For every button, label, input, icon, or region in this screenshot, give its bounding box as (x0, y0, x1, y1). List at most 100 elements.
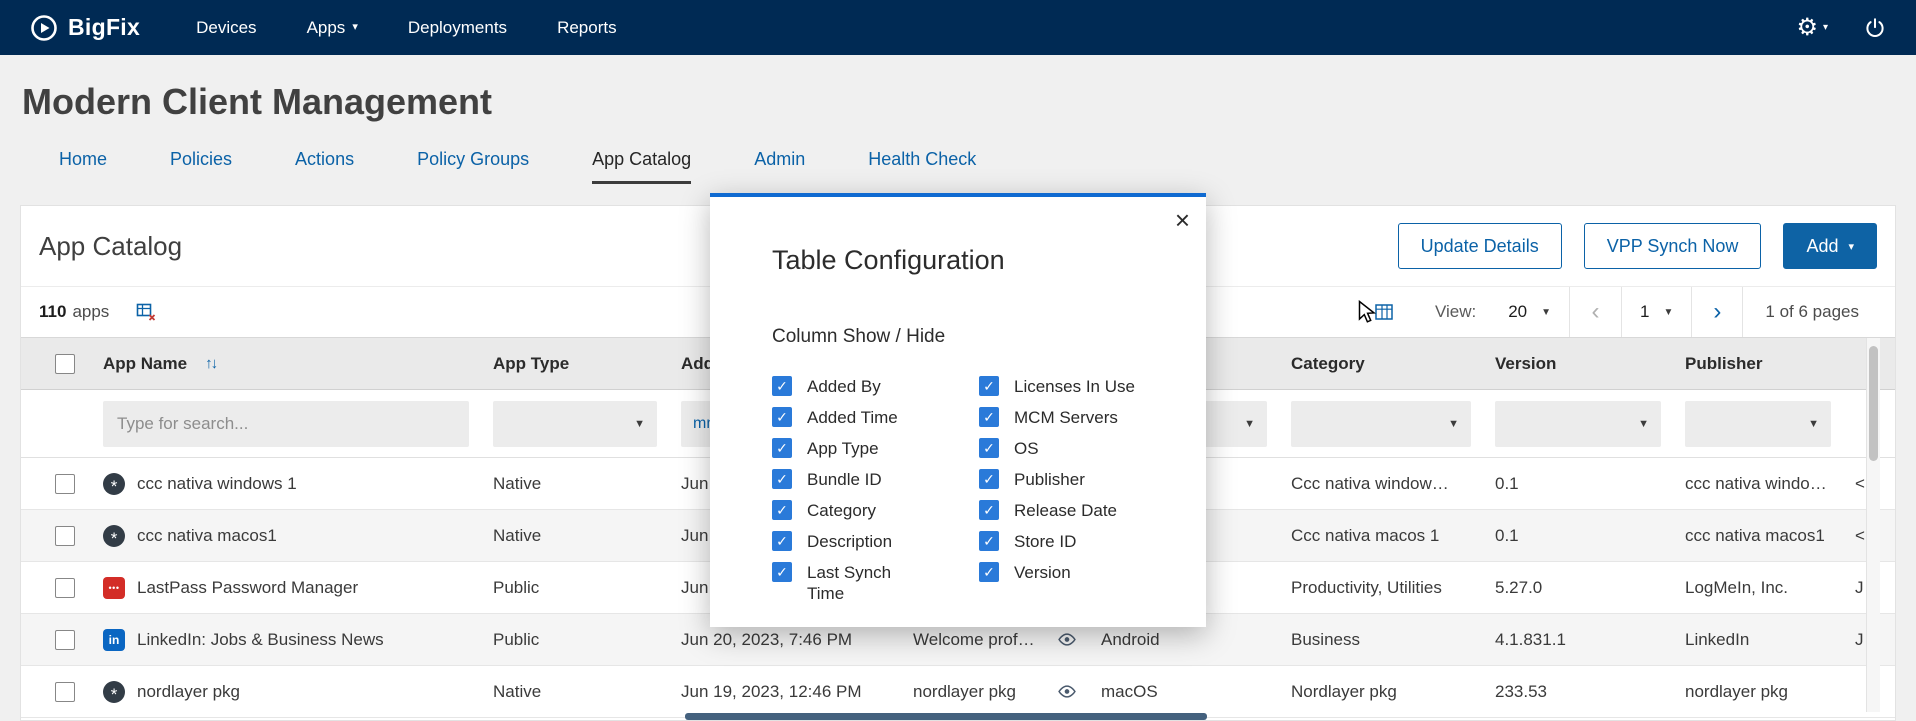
column-header-label: App Name (103, 354, 187, 374)
apps-count: 110apps (39, 302, 109, 322)
checkbox-checked-icon[interactable] (979, 469, 999, 489)
row-checkbox[interactable] (55, 474, 75, 494)
next-page-button[interactable]: › (1691, 287, 1743, 337)
nav-item-label: Deployments (408, 18, 507, 38)
column-toggle-label: MCM Servers (1014, 407, 1118, 428)
current-page-select[interactable]: 1 ▼ (1621, 287, 1691, 337)
column-header-publisher[interactable]: Publisher (1673, 354, 1843, 374)
previous-page-button[interactable]: ‹ (1569, 287, 1621, 337)
export-table-icon[interactable] (133, 299, 159, 325)
cell-os: Android (1089, 630, 1279, 650)
column-toggle[interactable]: Last Synch Time (772, 562, 979, 604)
search-input[interactable] (103, 401, 469, 447)
filter-cell-app-name (91, 401, 481, 447)
close-icon[interactable]: × (1175, 207, 1190, 233)
column-toggle[interactable]: Publisher (979, 469, 1176, 490)
nav-item-label: Apps (307, 18, 346, 38)
row-checkbox[interactable] (55, 630, 75, 650)
cell-description: nordlayer pkg (901, 682, 1089, 702)
chevron-down-icon: ▼ (634, 418, 645, 430)
cell-app-type: Public (481, 630, 669, 650)
column-header-version[interactable]: Version (1483, 354, 1673, 374)
column-header-app-type[interactable]: App Type (481, 354, 669, 374)
select-all-checkbox[interactable] (55, 354, 75, 374)
vertical-scrollbar[interactable] (1866, 338, 1880, 712)
section-title: App Catalog (39, 231, 182, 262)
tab[interactable]: Admin (754, 149, 805, 184)
column-toggle[interactable]: Release Date (979, 500, 1176, 521)
navbar-right: ⚙ ▾ (1796, 16, 1886, 40)
checkbox-checked-icon[interactable] (979, 438, 999, 458)
column-toggle[interactable]: Bundle ID (772, 469, 979, 490)
view-description-eye-icon[interactable] (1057, 632, 1077, 647)
column-configuration-icon[interactable] (1371, 299, 1397, 325)
tab[interactable]: Policy Groups (417, 149, 529, 184)
chevron-down-icon: ▼ (1664, 307, 1674, 318)
pages-indicator: 1 of 6 pages (1743, 302, 1895, 322)
modal-title: Table Configuration (772, 245, 1176, 276)
table-row[interactable]: nordlayer pkg Native Jun 19, 2023, 12:46… (21, 666, 1895, 718)
checkbox-checked-icon[interactable] (772, 438, 792, 458)
cell-version: 4.1.831.1 (1483, 630, 1673, 650)
nav-item[interactable]: Reports ▾ (557, 18, 617, 38)
column-toggle-label: Bundle ID (807, 469, 882, 490)
column-toggle[interactable]: MCM Servers (979, 407, 1176, 428)
column-toggle[interactable]: Added Time (772, 407, 979, 428)
settings-menu[interactable]: ⚙ ▾ (1796, 16, 1828, 40)
vpp-synch-now-button[interactable]: VPP Synch Now (1584, 223, 1762, 269)
tab[interactable]: Home (59, 149, 107, 184)
column-toggle[interactable]: Version (979, 562, 1176, 583)
version-filter[interactable]: ▼ (1495, 401, 1661, 447)
top-navbar: BigFix Devices ▾ Apps ▾ Deployments ▾ (0, 0, 1916, 55)
bigfix-brand[interactable]: BigFix (30, 14, 140, 42)
column-toggle[interactable]: OS (979, 438, 1176, 459)
tab[interactable]: Health Check (868, 149, 976, 184)
app-type-filter[interactable]: ▼ (493, 401, 657, 447)
publisher-filter[interactable]: ▼ (1685, 401, 1831, 447)
checkbox-checked-icon[interactable] (772, 531, 792, 551)
column-toggle[interactable]: Description (772, 531, 979, 552)
tab[interactable]: Actions (295, 149, 354, 184)
vertical-scrollbar-thumb[interactable] (1869, 346, 1878, 461)
column-toggle[interactable]: Category (772, 500, 979, 521)
checkbox-checked-icon[interactable] (772, 376, 792, 396)
column-toggle-label: Licenses In Use (1014, 376, 1135, 397)
app-icon (103, 681, 125, 703)
nav-item-label: Reports (557, 18, 617, 38)
view-description-eye-icon[interactable] (1057, 684, 1077, 699)
checkbox-checked-icon[interactable] (772, 469, 792, 489)
checkbox-checked-icon[interactable] (979, 500, 999, 520)
update-details-button[interactable]: Update Details (1398, 223, 1562, 269)
horizontal-scrollbar-thumb[interactable] (685, 713, 1207, 720)
column-toggle[interactable]: Licenses In Use (979, 376, 1176, 397)
checkbox-checked-icon[interactable] (772, 500, 792, 520)
checkbox-checked-icon[interactable] (979, 531, 999, 551)
tab[interactable]: Policies (170, 149, 232, 184)
checkbox-checked-icon[interactable] (772, 562, 792, 582)
nav-item[interactable]: Deployments ▾ (408, 18, 507, 38)
column-toggle[interactable]: Store ID (979, 531, 1176, 552)
add-button[interactable]: Add ▾ (1783, 223, 1877, 269)
page-size-select[interactable]: 20 ▼ (1490, 287, 1569, 337)
sort-icon[interactable]: ↑↓ (205, 355, 216, 372)
toolbar-right: View: 20 ▼ ‹ 1 ▼ › 1 of 6 pages (1371, 287, 1895, 337)
category-filter[interactable]: ▼ (1291, 401, 1471, 447)
view-label: View: (1435, 302, 1476, 322)
column-header-app-name[interactable]: App Name ↑↓ (91, 354, 481, 374)
row-checkbox[interactable] (55, 578, 75, 598)
checkbox-checked-icon[interactable] (979, 562, 999, 582)
checkbox-checked-icon[interactable] (979, 407, 999, 427)
checkbox-checked-icon[interactable] (979, 376, 999, 396)
row-checkbox[interactable] (55, 682, 75, 702)
power-icon[interactable] (1864, 17, 1886, 39)
column-toggle[interactable]: App Type (772, 438, 979, 459)
app-name: nordlayer pkg (137, 682, 240, 702)
tab[interactable]: App Catalog (592, 149, 691, 184)
row-checkbox[interactable] (55, 526, 75, 546)
column-toggle[interactable]: Added By (772, 376, 979, 397)
column-header-category[interactable]: Category (1279, 354, 1483, 374)
checkbox-checked-icon[interactable] (772, 407, 792, 427)
chevron-down-icon: ▼ (1448, 418, 1459, 430)
nav-item[interactable]: Devices ▾ (196, 18, 256, 38)
nav-item[interactable]: Apps ▾ (307, 18, 358, 38)
